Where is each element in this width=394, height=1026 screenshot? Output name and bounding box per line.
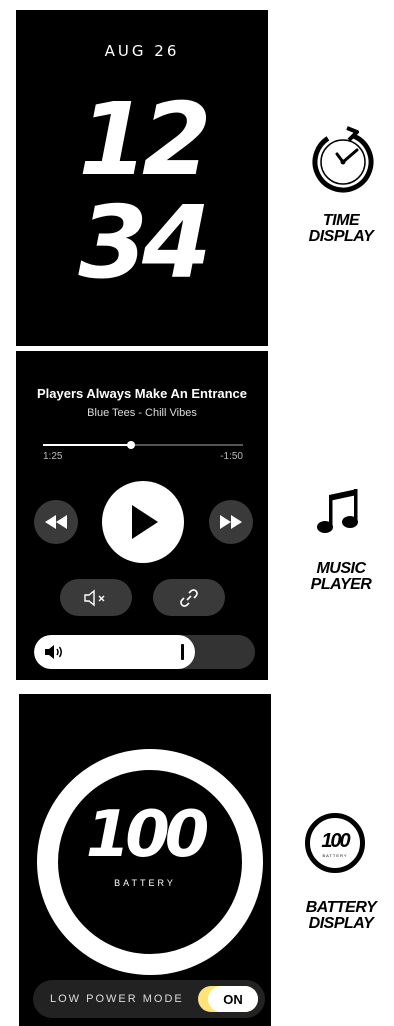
volume-handle[interactable] bbox=[181, 644, 185, 660]
remaining-time: -1:50 bbox=[220, 451, 243, 462]
progress-track[interactable] bbox=[43, 441, 243, 449]
date-text: AUG 26 bbox=[104, 42, 180, 60]
time-display-caption: TIME DISPLAY bbox=[286, 213, 394, 245]
progress-fill bbox=[43, 444, 131, 446]
rewind-button[interactable] bbox=[34, 500, 78, 544]
music-caption-line1: MUSIC bbox=[316, 560, 366, 577]
elapsed-time: 1:25 bbox=[43, 451, 63, 462]
progress-thumb[interactable] bbox=[127, 441, 135, 449]
rewind-icon bbox=[45, 515, 67, 529]
fast-forward-icon bbox=[220, 515, 242, 529]
link-button[interactable] bbox=[153, 579, 225, 616]
low-power-mode-label: LOW POWER MODE bbox=[50, 993, 184, 1005]
time-display-panel: AUG 26 12 34 bbox=[16, 10, 268, 346]
low-power-toggle[interactable]: ON bbox=[198, 986, 258, 1012]
music-player-caption: MUSIC PLAYER bbox=[286, 561, 394, 593]
music-player-panel: Players Always Make An Entrance Blue Tee… bbox=[16, 351, 268, 680]
song-title: Players Always Make An Entrance bbox=[36, 386, 248, 401]
battery-level: 100 bbox=[85, 798, 210, 872]
volume-slider[interactable] bbox=[34, 635, 255, 669]
play-button[interactable] bbox=[102, 481, 184, 563]
low-power-mode-row: LOW POWER MODE ON bbox=[33, 980, 265, 1018]
battery-display-panel: 100 BATTERY LOW POWER MODE ON bbox=[19, 694, 271, 1026]
mute-icon bbox=[84, 589, 105, 606]
time-caption-line1: TIME bbox=[322, 212, 360, 229]
stopwatch-icon bbox=[312, 126, 374, 193]
mini-battery-level: 100 bbox=[321, 830, 350, 852]
volume-icon bbox=[45, 645, 62, 659]
toggle-state: ON bbox=[208, 986, 258, 1012]
hours-text: 12 bbox=[78, 81, 211, 198]
minutes-text: 34 bbox=[78, 184, 211, 301]
music-note-icon bbox=[317, 489, 358, 533]
battery-caption-line1: BATTERY bbox=[305, 899, 377, 916]
time-caption-line2: DISPLAY bbox=[308, 228, 374, 245]
fast-forward-button[interactable] bbox=[209, 500, 253, 544]
battery-label: BATTERY bbox=[114, 878, 176, 888]
mini-battery-label: BATTERY bbox=[322, 853, 348, 858]
battery-caption-line2: DISPLAY bbox=[308, 915, 374, 932]
artist-album: Blue Tees - Chill Vibes bbox=[87, 407, 197, 419]
battery-icon: 100 BATTERY bbox=[305, 813, 365, 873]
link-icon bbox=[180, 588, 198, 607]
music-caption-line2: PLAYER bbox=[310, 576, 372, 593]
battery-display-caption: BATTERY DISPLAY bbox=[286, 900, 394, 932]
mute-button[interactable] bbox=[60, 579, 132, 616]
play-icon bbox=[132, 505, 158, 539]
